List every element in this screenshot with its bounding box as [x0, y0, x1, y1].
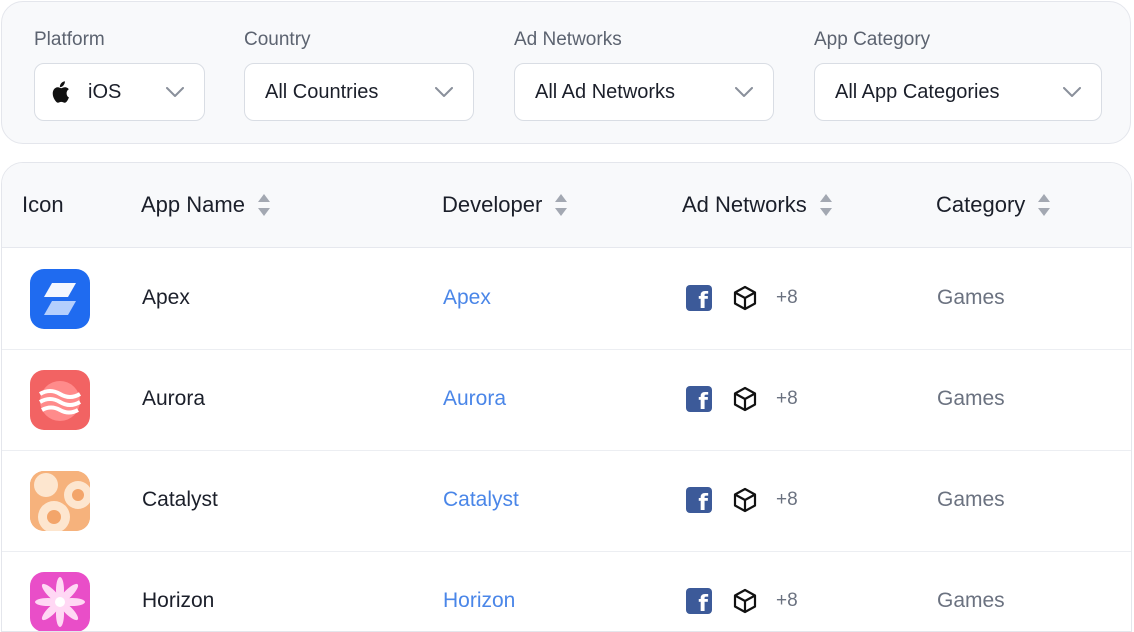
- facebook-icon: f: [686, 588, 712, 616]
- category: Games: [937, 589, 1005, 612]
- country-value: All Countries: [265, 80, 379, 103]
- header-ad-networks[interactable]: Ad Networks: [682, 163, 833, 247]
- developer-link[interactable]: Horizon: [443, 551, 515, 631]
- sort-icon[interactable]: [819, 192, 833, 218]
- apple-icon: [50, 80, 72, 104]
- developer-link[interactable]: Catalyst: [443, 450, 519, 550]
- app-category-value: All App Categories: [835, 80, 1000, 103]
- header-app-name[interactable]: App Name: [141, 163, 271, 247]
- apps-table: Icon App Name Developer Ad Networks Cate…: [1, 162, 1132, 632]
- platform-label: Platform: [34, 29, 105, 50]
- more-networks-count[interactable]: +8: [776, 287, 798, 309]
- platform-value: iOS: [88, 80, 122, 103]
- table-row[interactable]: Aurora Aurora f +8 Games: [2, 349, 1131, 451]
- category: Games: [937, 387, 1005, 410]
- ad-networks-cell: f +8: [686, 450, 798, 550]
- table-header: Icon App Name Developer Ad Networks Cate…: [2, 163, 1131, 248]
- developer-link[interactable]: Aurora: [443, 349, 506, 449]
- ad-networks-cell: f +8: [686, 349, 798, 449]
- table-row[interactable]: Apex Apex f +8 Games: [2, 248, 1131, 350]
- chevron-down-icon: [166, 83, 184, 101]
- more-networks-count[interactable]: +8: [776, 489, 798, 511]
- header-icon: Icon: [22, 192, 64, 217]
- sort-icon[interactable]: [257, 192, 271, 218]
- ad-networks-value: All Ad Networks: [535, 80, 676, 103]
- facebook-icon: f: [686, 386, 712, 414]
- unity-icon: [732, 386, 758, 412]
- app-category-select[interactable]: All App Categories: [814, 63, 1102, 121]
- more-networks-count[interactable]: +8: [776, 590, 798, 612]
- sort-icon[interactable]: [1037, 192, 1051, 218]
- sort-icon[interactable]: [554, 192, 568, 218]
- app-icon-catalyst: [30, 471, 90, 531]
- category: Games: [937, 286, 1005, 309]
- platform-select[interactable]: iOS: [34, 63, 205, 121]
- country-label: Country: [244, 29, 311, 50]
- app-icon-apex: [30, 269, 90, 329]
- ad-networks-cell: f +8: [686, 248, 798, 348]
- country-select[interactable]: All Countries: [244, 63, 474, 121]
- filters-panel: Platform iOS Country All Countries Ad Ne…: [1, 1, 1131, 144]
- unity-icon: [732, 285, 758, 311]
- developer-link[interactable]: Apex: [443, 248, 491, 348]
- app-name: Aurora: [142, 387, 206, 410]
- chevron-down-icon: [1063, 83, 1081, 101]
- ad-networks-select[interactable]: All Ad Networks: [514, 63, 774, 121]
- more-networks-count[interactable]: +8: [776, 388, 798, 410]
- ad-networks-cell: f +8: [686, 551, 798, 631]
- app-icon-aurora: [30, 370, 90, 430]
- app-name: Apex: [142, 286, 190, 309]
- ad-networks-label: Ad Networks: [514, 29, 622, 50]
- unity-icon: [732, 588, 758, 614]
- chevron-down-icon: [735, 83, 753, 101]
- app-category-label: App Category: [814, 29, 931, 50]
- header-developer[interactable]: Developer: [442, 163, 568, 247]
- app-icon-horizon: [30, 572, 90, 631]
- app-name: Catalyst: [142, 488, 218, 511]
- table-row[interactable]: Horizon Horizon f +8 Games: [2, 551, 1131, 631]
- table-row[interactable]: Catalyst Catalyst f +8 Games: [2, 450, 1131, 552]
- facebook-icon: f: [686, 285, 712, 313]
- header-category[interactable]: Category: [936, 163, 1051, 247]
- app-name: Horizon: [142, 589, 215, 612]
- category: Games: [937, 488, 1005, 511]
- chevron-down-icon: [435, 83, 453, 101]
- facebook-icon: f: [686, 487, 712, 515]
- unity-icon: [732, 487, 758, 513]
